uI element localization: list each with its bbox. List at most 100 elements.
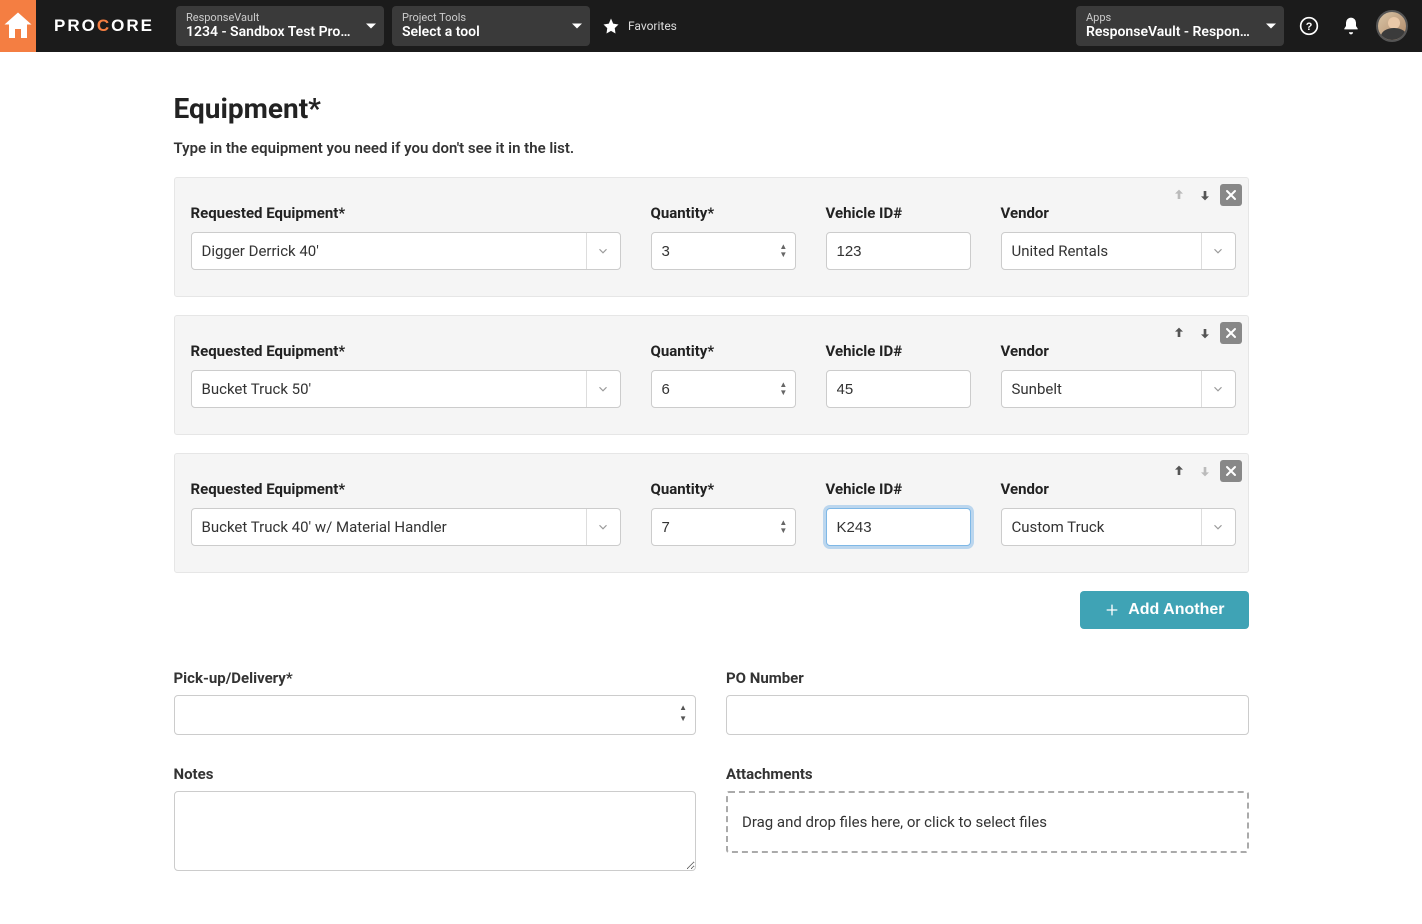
move-up-button	[1168, 184, 1190, 206]
svg-text:?: ?	[1306, 21, 1313, 33]
vendor-select[interactable]: United Rentals	[1001, 232, 1236, 270]
project-switcher-value: 1234 - Sandbox Test Proj...	[186, 24, 354, 40]
quantity-stepper[interactable]	[775, 509, 794, 545]
quantity-label: Quantity*	[651, 342, 796, 360]
quantity-stepper[interactable]	[775, 233, 794, 269]
user-avatar[interactable]	[1376, 10, 1408, 42]
pickup-select[interactable]	[174, 695, 697, 735]
tools-switcher-label: Project Tools	[402, 12, 560, 24]
section-title: Equipment*	[174, 92, 1249, 125]
vendor-label: Vendor	[1001, 480, 1236, 498]
chevron-down-icon	[366, 24, 376, 29]
move-up-button[interactable]	[1168, 460, 1190, 482]
add-another-label: Add Another	[1128, 601, 1224, 619]
home-button[interactable]	[0, 0, 36, 52]
vendor-value: United Rentals	[1002, 242, 1201, 260]
vendor-dropdown-toggle[interactable]	[1201, 233, 1235, 269]
quantity-input-wrap	[651, 508, 796, 546]
equipment-select[interactable]: Bucket Truck 50'	[191, 370, 621, 408]
close-icon	[1223, 187, 1239, 203]
close-icon	[1223, 463, 1239, 479]
equipment-dropdown-toggle[interactable]	[586, 371, 620, 407]
chevron-down-icon	[572, 24, 582, 29]
plus-icon	[1104, 602, 1120, 618]
vendor-label: Vendor	[1001, 342, 1236, 360]
equipment-select[interactable]: Digger Derrick 40'	[191, 232, 621, 270]
favorites[interactable]: Favorites	[602, 0, 677, 52]
quantity-input-wrap	[651, 370, 796, 408]
star-icon	[602, 17, 620, 35]
tools-switcher[interactable]: Project Tools Select a tool	[392, 6, 590, 46]
equipment-dropdown-toggle[interactable]	[586, 233, 620, 269]
favorites-label: Favorites	[628, 19, 677, 33]
quantity-input-wrap	[651, 232, 796, 270]
move-up-button[interactable]	[1168, 322, 1190, 344]
equipment-select[interactable]: Bucket Truck 40' w/ Material Handler	[191, 508, 621, 546]
chevron-down-icon	[1211, 382, 1225, 396]
help-icon: ?	[1299, 16, 1319, 36]
help-button[interactable]: ?	[1288, 0, 1330, 52]
dropzone-text: Drag and drop files here, or click to se…	[742, 813, 1047, 831]
vendor-label: Vendor	[1001, 204, 1236, 222]
equipment-card: Requested Equipment* Bucket Truck 40' w/…	[174, 453, 1249, 573]
vehicle-input-wrap	[826, 370, 971, 408]
project-switcher[interactable]: ResponseVault 1234 - Sandbox Test Proj..…	[176, 6, 384, 46]
vehicle-input-wrap	[826, 232, 971, 270]
quantity-input[interactable]	[652, 371, 776, 407]
close-icon	[1223, 325, 1239, 341]
attachments-dropzone[interactable]: Drag and drop files here, or click to se…	[726, 791, 1249, 853]
arrow-down-icon	[1197, 463, 1213, 479]
chevron-down-icon	[596, 382, 610, 396]
quantity-input[interactable]	[652, 509, 776, 545]
move-down-button[interactable]	[1194, 322, 1216, 344]
equipment-dropdown-toggle[interactable]	[586, 509, 620, 545]
chevron-down-icon	[1266, 24, 1276, 29]
vendor-dropdown-toggle[interactable]	[1201, 371, 1235, 407]
quantity-stepper[interactable]	[775, 371, 794, 407]
vendor-select[interactable]: Custom Truck	[1001, 508, 1236, 546]
remove-button[interactable]	[1220, 322, 1242, 344]
equipment-label: Requested Equipment*	[191, 204, 621, 222]
apps-switcher[interactable]: Apps ResponseVault - Respons...	[1076, 6, 1284, 46]
move-down-button[interactable]	[1194, 184, 1216, 206]
pickup-label: Pick-up/Delivery*	[174, 669, 697, 687]
page-content: Equipment* Type in the equipment you nee…	[174, 52, 1249, 915]
bell-icon	[1341, 16, 1361, 36]
pickup-value[interactable]	[175, 696, 696, 734]
apps-switcher-label: Apps	[1086, 12, 1254, 24]
tools-switcher-value: Select a tool	[402, 24, 560, 40]
top-nav: PROCORE ResponseVault 1234 - Sandbox Tes…	[0, 0, 1422, 52]
chevron-down-icon	[1211, 520, 1225, 534]
arrow-up-icon	[1171, 463, 1187, 479]
arrow-up-icon	[1171, 187, 1187, 203]
home-icon	[0, 8, 36, 44]
arrow-down-icon	[1197, 325, 1213, 341]
notifications-button[interactable]	[1330, 0, 1372, 52]
quantity-input[interactable]	[652, 233, 776, 269]
chevron-down-icon	[596, 520, 610, 534]
vehicle-label: Vehicle ID#	[826, 480, 971, 498]
equipment-value: Digger Derrick 40'	[192, 242, 586, 260]
equipment-value: Bucket Truck 40' w/ Material Handler	[192, 518, 586, 536]
quantity-label: Quantity*	[651, 480, 796, 498]
chevron-down-icon	[596, 244, 610, 258]
equipment-value: Bucket Truck 50'	[192, 380, 586, 398]
vendor-select[interactable]: Sunbelt	[1001, 370, 1236, 408]
notes-textarea[interactable]	[174, 791, 697, 871]
vendor-value: Sunbelt	[1002, 380, 1201, 398]
remove-button[interactable]	[1220, 184, 1242, 206]
project-switcher-label: ResponseVault	[186, 12, 354, 24]
po-input-wrap	[726, 695, 1249, 735]
quantity-label: Quantity*	[651, 204, 796, 222]
vehicle-input-wrap	[826, 508, 971, 546]
vendor-dropdown-toggle[interactable]	[1201, 509, 1235, 545]
vehicle-input[interactable]	[827, 509, 970, 545]
equipment-label: Requested Equipment*	[191, 342, 621, 360]
po-input[interactable]	[727, 696, 1248, 734]
add-another-button[interactable]: Add Another	[1080, 591, 1248, 629]
vehicle-input[interactable]	[827, 233, 970, 269]
notes-label: Notes	[174, 765, 697, 783]
remove-button[interactable]	[1220, 460, 1242, 482]
vehicle-input[interactable]	[827, 371, 970, 407]
po-label: PO Number	[726, 669, 1249, 687]
